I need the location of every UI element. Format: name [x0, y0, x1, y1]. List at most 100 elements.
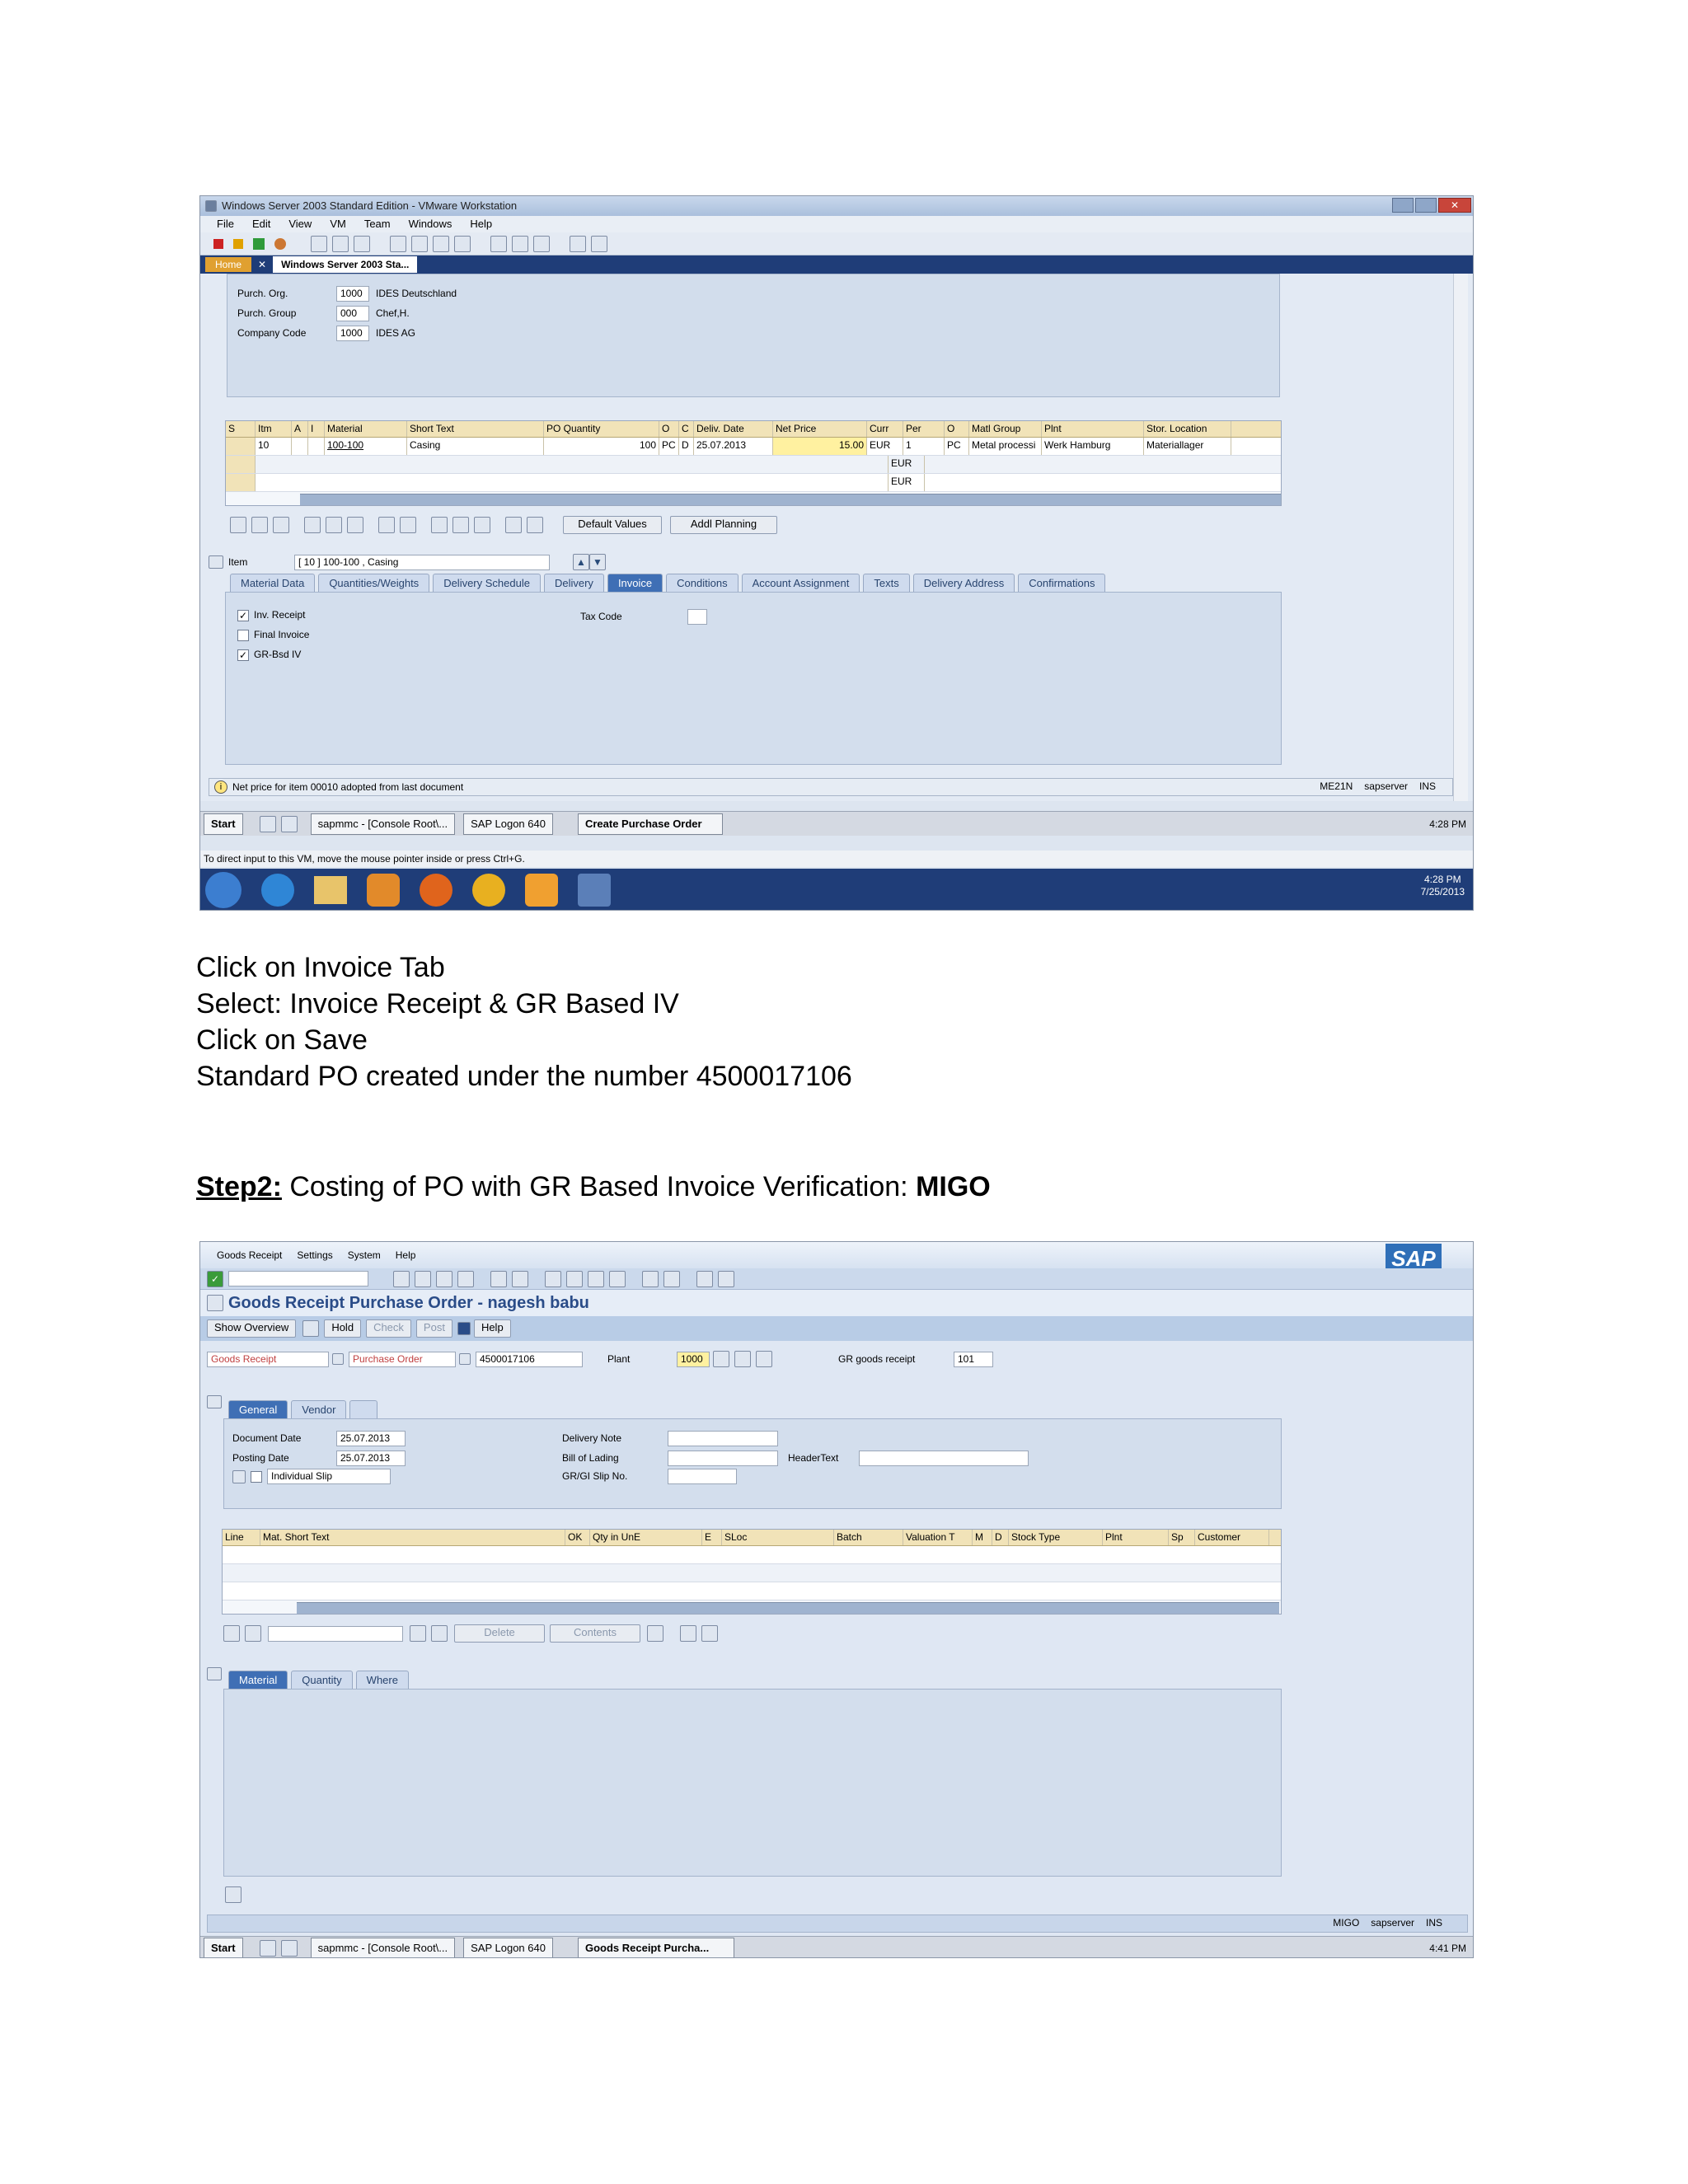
exit-icon[interactable]	[436, 1270, 452, 1287]
prev-page-icon[interactable]	[566, 1270, 583, 1287]
layout-icon[interactable]	[505, 517, 522, 533]
prev-icon[interactable]	[410, 1625, 426, 1642]
cell-per[interactable]: 1	[903, 438, 945, 455]
cell-i[interactable]	[308, 438, 325, 455]
post-button[interactable]: Post	[415, 1319, 452, 1338]
task-sapmmc[interactable]: sapmmc - [Console Root\...	[310, 813, 456, 835]
gr-based-iv-checkbox[interactable]: ✓	[237, 649, 249, 661]
check-button[interactable]: Check	[366, 1319, 411, 1338]
layout-icon[interactable]	[680, 1625, 696, 1642]
close-button[interactable]: ✕	[1438, 198, 1471, 213]
menu-help[interactable]: Help	[396, 1249, 416, 1262]
print-checkbox[interactable]	[251, 1470, 262, 1483]
explorer-icon[interactable]	[314, 876, 347, 904]
col-valuation-t[interactable]: Valuation T	[903, 1530, 973, 1545]
cell-itm[interactable]: 10	[256, 438, 292, 455]
col-o2[interactable]: O	[945, 421, 969, 437]
ref-doc-dropdown[interactable]: Purchase Order	[349, 1351, 456, 1367]
first-page-icon[interactable]	[545, 1270, 561, 1287]
save-icon[interactable]	[393, 1270, 410, 1287]
col-batch[interactable]: Batch	[834, 1530, 903, 1545]
menu-goods-receipt[interactable]: Goods Receipt	[217, 1249, 282, 1262]
command-field[interactable]	[228, 1271, 368, 1286]
new-session-icon[interactable]	[642, 1270, 659, 1287]
plant-input[interactable]: 1000	[677, 1351, 710, 1367]
grid-hscrollbar[interactable]	[300, 494, 1281, 505]
cell-short-text[interactable]: Casing	[407, 438, 544, 455]
view-quick-icon[interactable]	[411, 235, 428, 252]
app-icon[interactable]	[578, 874, 611, 907]
doc-date-input[interactable]: 25.07.2013	[336, 1431, 406, 1446]
menu-system[interactable]: System	[348, 1249, 381, 1262]
copy-icon[interactable]	[326, 517, 342, 533]
col-m[interactable]: M	[973, 1530, 992, 1545]
col-mat-short-text[interactable]: Mat. Short Text	[260, 1530, 565, 1545]
col-qty-in-une[interactable]: Qty in UnE	[590, 1530, 702, 1545]
col-o[interactable]: O	[659, 421, 679, 437]
col-i[interactable]: I	[308, 421, 325, 437]
suspend-icon[interactable]	[233, 238, 243, 249]
bill-of-lading-input[interactable]	[668, 1451, 778, 1466]
print-icon[interactable]	[527, 517, 543, 533]
library-icon[interactable]	[490, 235, 507, 252]
filter-icon[interactable]	[431, 517, 448, 533]
col-ok[interactable]: OK	[565, 1530, 590, 1545]
devices-icon[interactable]	[591, 235, 607, 252]
quicklaunch-icon[interactable]	[259, 1939, 276, 1957]
tab-close-icon[interactable]: ✕	[258, 259, 266, 271]
contents-button[interactable]: Contents	[550, 1624, 640, 1643]
menu-vm[interactable]: VM	[330, 218, 346, 231]
cell-c[interactable]: D	[679, 438, 694, 455]
col-customer[interactable]: Customer	[1195, 1530, 1269, 1545]
table-row[interactable]	[223, 1546, 1281, 1564]
ie-icon[interactable]	[280, 815, 298, 832]
start-button[interactable]: Start	[204, 1937, 243, 1957]
col-stock-type[interactable]: Stock Type	[1009, 1530, 1103, 1545]
menu-settings[interactable]: Settings	[297, 1249, 332, 1262]
tab-vendor[interactable]: Vendor	[291, 1400, 347, 1418]
settings-icon[interactable]	[756, 1351, 772, 1367]
cell-plnt[interactable]: Werk Hamburg	[1042, 438, 1144, 455]
maximize-button[interactable]	[1415, 198, 1437, 213]
cell-matl-group[interactable]: Metal processi	[969, 438, 1042, 455]
tab-account-assignment[interactable]: Account Assignment	[741, 574, 860, 592]
header-text-input[interactable]	[859, 1451, 1029, 1466]
delete-icon[interactable]	[304, 517, 321, 533]
show-overview-button[interactable]: Show Overview	[207, 1319, 297, 1338]
execute-icon[interactable]	[734, 1351, 751, 1367]
cell-o[interactable]: PC	[945, 438, 969, 455]
table-row[interactable]: 10 100-100 Casing 100 PC D 25.07.2013 15…	[226, 438, 1281, 456]
menu-edit[interactable]: Edit	[252, 218, 270, 231]
fullscreen-icon[interactable]	[533, 235, 550, 252]
shortcut-icon[interactable]	[663, 1270, 680, 1287]
detail-close-icon[interactable]	[225, 1886, 241, 1903]
help-button[interactable]: Help	[473, 1319, 511, 1338]
task-sap-logon[interactable]: SAP Logon 640	[463, 1937, 553, 1957]
cell-net-price[interactable]: 15.00	[773, 438, 867, 455]
menu-team[interactable]: Team	[364, 218, 391, 231]
col-material[interactable]: Material	[325, 421, 407, 437]
tab-material-data[interactable]: Material Data	[230, 574, 316, 592]
menu-help[interactable]: Help	[470, 218, 492, 231]
tab-material[interactable]: Material	[228, 1671, 288, 1689]
table-row[interactable]	[223, 1582, 1281, 1601]
cell-curr[interactable]: EUR	[867, 438, 903, 455]
select-all-icon[interactable]	[223, 1625, 240, 1642]
final-invoice-checkbox[interactable]	[237, 629, 249, 641]
select-all-icon[interactable]	[251, 517, 268, 533]
po-number-input[interactable]: 4500017106	[476, 1351, 583, 1367]
post-date-input[interactable]: 25.07.2013	[336, 1451, 406, 1466]
col-e[interactable]: E	[702, 1530, 722, 1545]
power-off-icon[interactable]	[213, 238, 223, 249]
tab-quantities-weights[interactable]: Quantities/Weights	[318, 574, 430, 592]
col-net-price[interactable]: Net Price	[773, 421, 867, 437]
purch-group-code[interactable]: 000	[336, 306, 369, 321]
tab-where[interactable]: Where	[355, 1671, 409, 1689]
item-dropdown[interactable]: [ 10 ] 100-100 , Casing	[294, 554, 550, 570]
gr-gi-slip-input[interactable]	[668, 1469, 737, 1484]
tab-delivery-schedule[interactable]: Delivery Schedule	[433, 574, 541, 592]
col-sloc[interactable]: SLoc	[722, 1530, 834, 1545]
search-icon[interactable]	[713, 1351, 729, 1367]
tab-delivery-address[interactable]: Delivery Address	[912, 574, 1015, 592]
purch-org-code[interactable]: 1000	[336, 286, 369, 302]
